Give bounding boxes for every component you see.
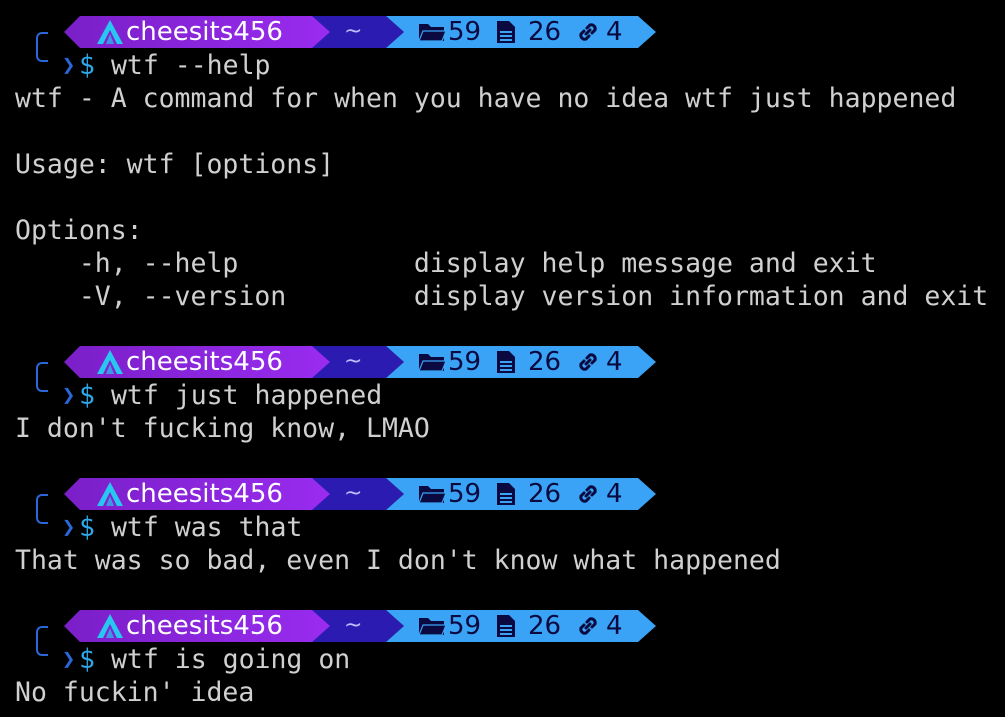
command-text: wtf just happened <box>110 380 383 411</box>
user-segment: cheesits456 <box>64 16 336 48</box>
stats-segment: 59 26 4 <box>386 346 656 378</box>
link-count: 4 <box>606 479 623 509</box>
file-icon <box>497 351 515 373</box>
command-text: wtf was that <box>110 512 303 543</box>
prompt-symbol: $ <box>79 512 95 543</box>
file-icon <box>497 483 515 505</box>
command-text: wtf is going on <box>110 644 351 675</box>
output-line: I don't fucking know, LMAO <box>15 413 430 444</box>
arch-logo-icon <box>97 614 123 638</box>
prompt-symbol: $ <box>79 644 95 675</box>
link-count: 4 <box>606 17 623 47</box>
arch-logo-icon <box>97 20 123 44</box>
username-label: cheesits456 <box>126 17 283 47</box>
stats-segment: 59 26 4 <box>386 16 656 48</box>
directory-label: ~ <box>344 19 363 44</box>
output-line: wtf - A command for when you have no ide… <box>15 83 957 114</box>
folder-icon <box>418 24 446 42</box>
command-line: $ wtf just happened <box>79 379 382 412</box>
link-icon <box>579 23 597 41</box>
file-icon <box>497 21 515 43</box>
user-segment: cheesits456 <box>64 610 336 642</box>
prompt-symbol: $ <box>79 50 95 81</box>
user-segment: cheesits456 <box>64 478 336 510</box>
output-line: No fuckin' idea <box>15 677 255 708</box>
prompt-arrow-icon: ❯ <box>62 53 76 78</box>
output-line: -V, --version display version informatio… <box>15 281 989 312</box>
output-line: -h, --help display help message and exit <box>15 248 877 279</box>
username-label: cheesits456 <box>126 611 283 641</box>
link-icon <box>579 617 597 635</box>
output-line: Options: <box>15 215 143 246</box>
file-count: 26 <box>528 17 562 47</box>
file-icon <box>497 615 515 637</box>
command-text: wtf --help <box>110 50 271 81</box>
command-line: $ wtf is going on <box>79 643 350 676</box>
directory-label: ~ <box>344 349 363 374</box>
folder-count: 59 <box>448 479 482 509</box>
command-line: $ wtf --help <box>79 49 270 82</box>
link-icon <box>579 485 597 503</box>
prompt-connector <box>36 494 48 524</box>
folder-icon <box>418 354 446 372</box>
prompt-symbol: $ <box>79 380 95 411</box>
command-line: $ wtf was that <box>79 511 302 544</box>
prompt-arrow-icon: ❯ <box>62 383 76 408</box>
file-count: 26 <box>528 611 562 641</box>
prompt-connector <box>36 32 48 62</box>
folder-icon <box>418 618 446 636</box>
output-line: Usage: wtf [options] <box>15 149 335 180</box>
folder-count: 59 <box>448 17 482 47</box>
directory-label: ~ <box>344 613 363 638</box>
folder-count: 59 <box>448 347 482 377</box>
link-count: 4 <box>606 611 623 641</box>
link-icon <box>579 353 597 371</box>
user-segment: cheesits456 <box>64 346 336 378</box>
username-label: cheesits456 <box>126 347 283 377</box>
prompt-arrow-icon: ❯ <box>62 515 76 540</box>
stats-segment: 59 26 4 <box>386 610 656 642</box>
output-line: That was so bad, even I don't know what … <box>15 545 781 576</box>
file-count: 26 <box>528 479 562 509</box>
file-count: 26 <box>528 347 562 377</box>
arch-logo-icon <box>97 482 123 506</box>
link-count: 4 <box>606 347 623 377</box>
folder-count: 59 <box>448 611 482 641</box>
folder-icon <box>418 486 446 504</box>
directory-label: ~ <box>344 481 363 506</box>
prompt-arrow-icon: ❯ <box>62 647 76 672</box>
username-label: cheesits456 <box>126 479 283 509</box>
prompt-connector <box>36 626 48 656</box>
prompt-connector <box>36 362 48 392</box>
arch-logo-icon <box>97 350 123 374</box>
stats-segment: 59 26 4 <box>386 478 656 510</box>
